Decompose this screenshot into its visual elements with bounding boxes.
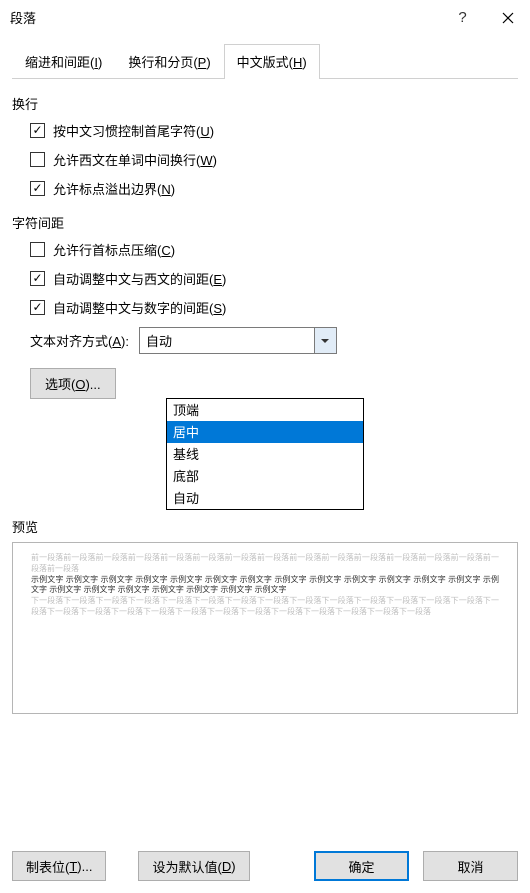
- tab-asian-typography[interactable]: 中文版式(H): [224, 44, 320, 79]
- preview-label: 预览: [12, 517, 518, 536]
- preview-text-sample: 示例文字 示例文字 示例文字 示例文字 示例文字 示例文字 示例文字 示例文字 …: [31, 575, 499, 595]
- preview-text-after: 下一段落下一段落下一段落下一段落下一段落下一段落下一段落下一段落下一段落下一段落…: [31, 596, 499, 616]
- tab-indent-spacing[interactable]: 缩进和间距(I): [12, 44, 115, 79]
- close-icon: [502, 12, 514, 24]
- titlebar: 段落 ?: [0, 0, 530, 35]
- checkbox-latin-wrap-label: 允许西文在单词中间换行(W): [53, 150, 217, 169]
- align-option-top[interactable]: 顶端: [167, 399, 363, 421]
- checkbox-cjk-latin-space-label: 自动调整中文与西文的间距(E): [53, 269, 226, 288]
- ok-button[interactable]: 确定: [314, 851, 409, 881]
- help-button[interactable]: ?: [440, 0, 485, 35]
- chevron-down-icon[interactable]: [314, 328, 336, 353]
- align-option-auto[interactable]: 自动: [167, 487, 363, 509]
- checkbox-row-cjk-number-space[interactable]: 自动调整中文与数字的间距(S): [30, 298, 518, 317]
- text-align-row: 文本对齐方式(A): 自动: [30, 327, 518, 354]
- checkbox-kinsoku-label: 按中文习惯控制首尾字符(U): [53, 121, 214, 140]
- group-char-spacing: 字符间距 允许行首标点压缩(C) 自动调整中文与西文的间距(E) 自动调整中文与…: [12, 213, 518, 399]
- checkbox-row-kinsoku[interactable]: 按中文习惯控制首尾字符(U): [30, 121, 518, 140]
- text-align-label: 文本对齐方式(A):: [30, 331, 129, 350]
- preview-text-before: 前一段落前一段落前一段落前一段落前一段落前一段落前一段落前一段落前一段落前一段落…: [31, 553, 499, 573]
- checkbox-row-cjk-latin-space[interactable]: 自动调整中文与西文的间距(E): [30, 269, 518, 288]
- tab-line-page-breaks[interactable]: 换行和分页(P): [115, 44, 223, 79]
- text-align-dropdown[interactable]: 顶端 居中 基线 底部 自动: [166, 398, 364, 510]
- checkbox-latin-wrap[interactable]: [30, 152, 45, 167]
- set-default-button[interactable]: 设为默认值(D): [138, 851, 249, 881]
- checkbox-cjk-latin-space[interactable]: [30, 271, 45, 286]
- checkbox-hanging-punct-label: 允许标点溢出边界(N): [53, 179, 175, 198]
- checkbox-compress-punct[interactable]: [30, 242, 45, 257]
- options-button[interactable]: 选项(O)...: [30, 368, 116, 399]
- checkbox-row-latin-wrap[interactable]: 允许西文在单词中间换行(W): [30, 150, 518, 169]
- align-option-bottom[interactable]: 底部: [167, 465, 363, 487]
- align-option-baseline[interactable]: 基线: [167, 443, 363, 465]
- checkbox-cjk-number-space[interactable]: [30, 300, 45, 315]
- checkbox-row-compress-punct[interactable]: 允许行首标点压缩(C): [30, 240, 518, 259]
- text-align-combo[interactable]: 自动: [139, 327, 337, 354]
- checkbox-row-hanging-punct[interactable]: 允许标点溢出边界(N): [30, 179, 518, 198]
- checkbox-hanging-punct[interactable]: [30, 181, 45, 196]
- preview-box: 前一段落前一段落前一段落前一段落前一段落前一段落前一段落前一段落前一段落前一段落…: [12, 542, 518, 714]
- align-option-center[interactable]: 居中: [167, 421, 363, 443]
- checkbox-cjk-number-space-label: 自动调整中文与数字的间距(S): [53, 298, 226, 317]
- text-align-value: 自动: [146, 331, 172, 350]
- dialog-footer: 制表位(T)... 设为默认值(D) 确定 取消: [12, 851, 518, 881]
- group-line-break-label: 换行: [12, 94, 518, 113]
- close-button[interactable]: [485, 0, 530, 35]
- group-line-break: 换行 按中文习惯控制首尾字符(U) 允许西文在单词中间换行(W) 允许标点溢出边…: [12, 94, 518, 198]
- dialog-title: 段落: [10, 8, 440, 27]
- cancel-button[interactable]: 取消: [423, 851, 518, 881]
- checkbox-compress-punct-label: 允许行首标点压缩(C): [53, 240, 175, 259]
- group-char-spacing-label: 字符间距: [12, 213, 518, 232]
- tab-strip: 缩进和间距(I) 换行和分页(P) 中文版式(H): [12, 43, 518, 79]
- checkbox-kinsoku[interactable]: [30, 123, 45, 138]
- tabs-button[interactable]: 制表位(T)...: [12, 851, 106, 881]
